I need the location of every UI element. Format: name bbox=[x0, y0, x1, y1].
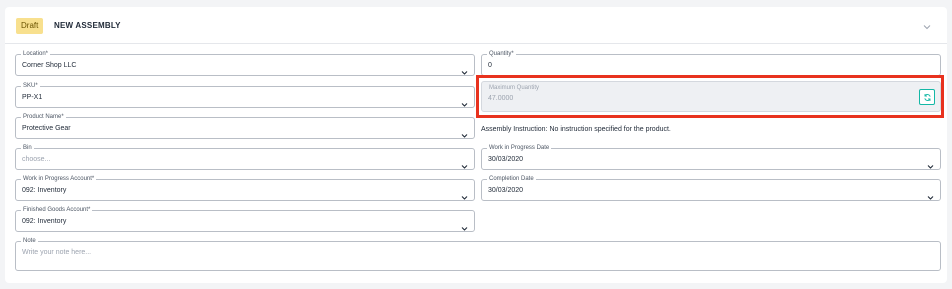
product-name-label: Product Name* bbox=[21, 113, 66, 121]
assembly-instruction: Assembly Instruction: No instruction spe… bbox=[481, 126, 671, 133]
chevron-down-icon bbox=[461, 126, 468, 138]
assembly-header[interactable]: Draft NEW ASSEMBLY bbox=[5, 7, 947, 44]
wip-account-select[interactable]: Work in Progress Account* 092: Inventory bbox=[15, 175, 475, 201]
quantity-value: 0 bbox=[488, 62, 492, 69]
finished-goods-account-value: 092: Inventory bbox=[22, 218, 67, 225]
note-textarea[interactable]: Note Write your note here... bbox=[15, 237, 941, 271]
chevron-down-icon bbox=[927, 188, 934, 200]
bin-label: Bin bbox=[21, 144, 34, 152]
bin-placeholder: choose... bbox=[22, 156, 51, 163]
chevron-down-icon[interactable] bbox=[921, 20, 933, 32]
location-select[interactable]: Location* Corner Shop LLC bbox=[15, 50, 475, 76]
wip-date-label: Work in Progress Date bbox=[487, 144, 552, 152]
completion-date-label: Completion Date bbox=[487, 175, 536, 183]
location-label: Location* bbox=[21, 50, 51, 58]
chevron-down-icon bbox=[461, 188, 468, 200]
chevron-down-icon bbox=[461, 95, 468, 107]
note-label: Note bbox=[21, 237, 38, 245]
status-badge: Draft bbox=[16, 18, 44, 34]
sku-select[interactable]: SKU* PP-X1 bbox=[15, 82, 475, 108]
wip-date-value: 30/03/2020 bbox=[488, 156, 524, 163]
finished-goods-account-label: Finished Goods Account* bbox=[21, 206, 93, 214]
assembly-card: Draft NEW ASSEMBLY Location* Corner Shop… bbox=[5, 7, 947, 283]
page-title: NEW ASSEMBLY bbox=[54, 21, 121, 30]
completion-date-field[interactable]: Completion Date 30/03/2020 bbox=[481, 175, 941, 201]
wip-account-value: 092: Inventory bbox=[22, 187, 67, 194]
chevron-down-icon bbox=[461, 219, 468, 231]
chevron-down-icon bbox=[461, 63, 468, 75]
finished-goods-account-select[interactable]: Finished Goods Account* 092: Inventory bbox=[15, 206, 475, 232]
location-value: Corner Shop LLC bbox=[22, 62, 77, 69]
product-name-value: Protective Gear bbox=[22, 125, 71, 132]
note-placeholder: Write your note here... bbox=[22, 249, 92, 256]
chevron-down-icon bbox=[461, 157, 468, 169]
bin-select[interactable]: Bin choose... bbox=[15, 144, 475, 170]
max-quantity-highlight bbox=[476, 75, 944, 118]
wip-date-field[interactable]: Work in Progress Date 30/03/2020 bbox=[481, 144, 941, 170]
quantity-field[interactable]: Quantity* 0 bbox=[481, 50, 941, 76]
sku-label: SKU* bbox=[21, 82, 40, 90]
quantity-label: Quantity* bbox=[487, 50, 516, 58]
wip-account-label: Work in Progress Account* bbox=[21, 175, 97, 183]
chevron-down-icon bbox=[927, 157, 934, 169]
completion-date-value: 30/03/2020 bbox=[488, 187, 524, 194]
product-name-select[interactable]: Product Name* Protective Gear bbox=[15, 113, 475, 139]
sku-value: PP-X1 bbox=[22, 94, 43, 101]
